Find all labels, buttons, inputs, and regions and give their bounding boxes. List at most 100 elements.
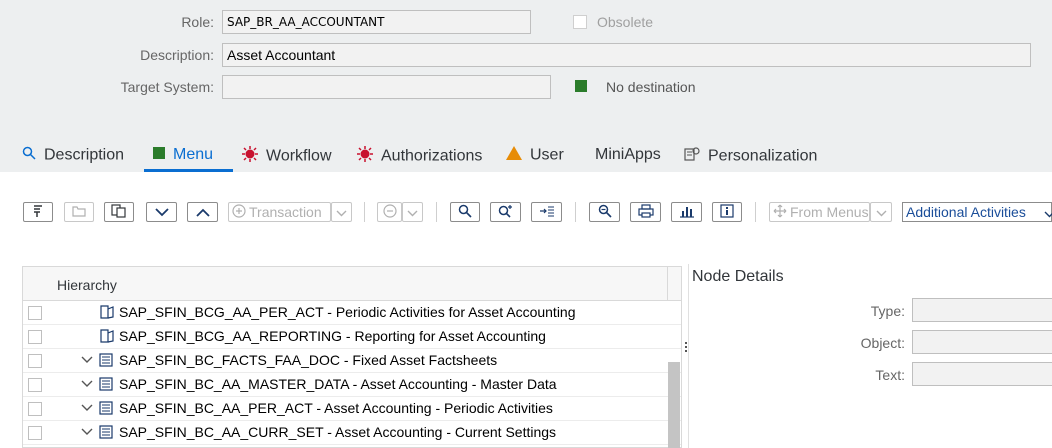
- zoom-out-icon: [598, 204, 612, 221]
- list-icon: [99, 401, 113, 415]
- printer-icon: [637, 203, 654, 221]
- tab-personalization[interactable]: Personalization: [684, 146, 817, 172]
- hierarchy-tree: Hierarchy SAP_SFIN_BCG_AA_PER_ACT - Peri…: [22, 266, 682, 448]
- from-menus-button[interactable]: From Menus: [769, 202, 870, 222]
- new-folder-button[interactable]: [64, 202, 94, 222]
- tree-row[interactable]: SAP_SFIN_BC_AA_PER_ACT - Asset Accountin…: [23, 397, 681, 421]
- tree-row[interactable]: SAP_SFIN_BC_AA_CURR_SET - Asset Accounti…: [23, 421, 681, 445]
- tree-row-label: SAP_SFIN_BC_FACTS_FAA_DOC - Fixed Asset …: [119, 352, 498, 368]
- chevron-down-icon: [407, 205, 418, 220]
- tab-user-label: User: [530, 146, 564, 164]
- chevron-up-icon: [195, 205, 210, 220]
- obsolete-label: Obsolete: [597, 14, 654, 30]
- tree-row[interactable]: SAP_SFIN_BCG_AA_REPORTING - Reporting fo…: [23, 325, 681, 349]
- chevron-down-icon: [154, 205, 169, 220]
- node-details-panel: [688, 264, 1052, 448]
- tab-description-label: Description: [44, 146, 125, 164]
- zoom-out-button[interactable]: [589, 202, 620, 222]
- target-system-label: Target System:: [120, 79, 214, 95]
- find-button[interactable]: [450, 202, 480, 222]
- tree-scrollbar[interactable]: [668, 362, 680, 448]
- insert-icon: [539, 205, 555, 220]
- toolbar-separator: [755, 202, 756, 222]
- target-system-field[interactable]: [222, 75, 551, 99]
- find-next-button[interactable]: [490, 202, 521, 222]
- tab-miniapps[interactable]: MiniApps: [595, 146, 661, 172]
- tree-header: Hierarchy: [23, 267, 681, 301]
- chevron-down-icon: [876, 205, 887, 220]
- tree-menu-button[interactable]: [23, 202, 53, 222]
- row-checkbox[interactable]: [28, 426, 42, 440]
- tree-row-label: SAP_SFIN_BC_AA_MASTER_DATA - Asset Accou…: [119, 376, 557, 392]
- obsolete-checkbox[interactable]: [573, 15, 587, 29]
- list-icon: [99, 353, 113, 367]
- text-label: Text:: [875, 367, 905, 383]
- chevron-down-icon[interactable]: [81, 377, 93, 391]
- move-icon: [773, 204, 787, 221]
- tree-row-label: SAP_SFIN_BC_AA_PER_ACT - Asset Accountin…: [119, 400, 553, 416]
- red-burst-icon: [242, 146, 258, 167]
- row-checkbox[interactable]: [28, 354, 42, 368]
- copy-icon: [111, 203, 127, 221]
- chart-button[interactable]: [671, 202, 702, 222]
- tree-row-label: SAP_SFIN_BCG_AA_REPORTING - Reporting fo…: [119, 328, 546, 344]
- tree-row-label: SAP_SFIN_BC_AA_CURR_SET - Asset Accounti…: [119, 424, 557, 440]
- column-separator: [667, 267, 668, 301]
- from-menus-label: From Menus: [790, 204, 869, 220]
- row-checkbox[interactable]: [28, 306, 42, 320]
- remove-dropdown[interactable]: [402, 202, 423, 222]
- search-icon: [458, 204, 472, 221]
- tree-row[interactable]: SAP_SFIN_BC_AA_MASTER_DATA - Asset Accou…: [23, 373, 681, 397]
- red-burst-icon: [357, 146, 373, 167]
- role-field[interactable]: SAP_BR_AA_ACCOUNTANT: [222, 10, 531, 34]
- print-button[interactable]: [630, 202, 661, 222]
- chevron-down-icon: [1044, 204, 1052, 222]
- description-field[interactable]: Asset Accountant: [222, 43, 1031, 67]
- description-label: Description:: [140, 47, 214, 63]
- chevron-down-icon[interactable]: [81, 425, 93, 439]
- tab-miniapps-label: MiniApps: [595, 146, 661, 163]
- tree-row[interactable]: SAP_SFIN_BCG_AA_PER_ACT - Periodic Activ…: [23, 301, 681, 325]
- copy-menus-button[interactable]: [104, 202, 134, 222]
- additional-activities-dropdown[interactable]: Additional Activities: [902, 202, 1052, 222]
- list-icon: [99, 425, 113, 439]
- tab-menu-label: Menu: [173, 146, 214, 163]
- info-button[interactable]: [712, 202, 742, 222]
- tab-description[interactable]: Description: [22, 146, 124, 172]
- chevron-down-icon[interactable]: [81, 401, 93, 415]
- type-field[interactable]: [912, 298, 1052, 322]
- object-field[interactable]: [912, 330, 1052, 354]
- tab-workflow[interactable]: Workflow: [242, 146, 332, 172]
- destination-status-text: No destination: [606, 79, 696, 95]
- hierarchy-column-header: Hierarchy: [57, 277, 117, 293]
- list-icon: [99, 377, 113, 391]
- collapse-up-button[interactable]: [187, 202, 218, 222]
- toolbar-separator: [575, 202, 576, 222]
- tree-row[interactable]: SAP_SFIN_BC_FACTS_FAA_DOC - Fixed Asset …: [23, 349, 681, 373]
- tab-authorizations[interactable]: Authorizations: [357, 146, 482, 172]
- destination-status-icon: [575, 80, 587, 92]
- node-details-title: Node Details: [692, 268, 784, 285]
- catalog-icon: [99, 329, 114, 343]
- tab-workflow-label: Workflow: [266, 147, 332, 165]
- info-icon: [720, 203, 734, 221]
- tab-authorizations-label: Authorizations: [381, 147, 483, 165]
- toolbar-separator: [364, 202, 365, 222]
- text-field[interactable]: [912, 362, 1052, 386]
- hierarchy-icon: [31, 204, 45, 221]
- row-checkbox[interactable]: [28, 402, 42, 416]
- add-transaction-button[interactable]: Transaction: [228, 202, 331, 222]
- add-transaction-label: Transaction: [249, 204, 322, 220]
- row-checkbox[interactable]: [28, 330, 42, 344]
- type-label: Type:: [870, 303, 905, 319]
- add-transaction-dropdown[interactable]: [331, 202, 352, 222]
- remove-circle-icon: [382, 203, 397, 221]
- insert-button[interactable]: [531, 202, 562, 222]
- expand-down-button[interactable]: [146, 202, 177, 222]
- tab-user[interactable]: User: [506, 146, 564, 172]
- chevron-down-icon[interactable]: [81, 353, 93, 367]
- remove-button[interactable]: [377, 202, 402, 222]
- row-checkbox[interactable]: [28, 378, 42, 392]
- bar-chart-icon: [679, 204, 695, 221]
- from-menus-dropdown[interactable]: [870, 202, 892, 222]
